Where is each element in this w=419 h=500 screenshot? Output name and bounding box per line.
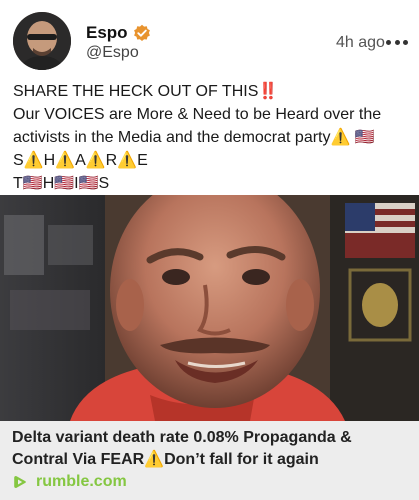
post-body: SHARE THE HECK OUT OF THIS‼️ Our VOICES …: [13, 80, 413, 195]
post-body-line: Our VOICES are More & Need to be Heard o…: [13, 106, 382, 123]
more-dot: [386, 39, 391, 45]
avatar-photo: [13, 12, 71, 70]
link-card-source-text: rumble.com: [36, 473, 127, 490]
more-dot: [403, 39, 408, 45]
post-body-line: activists in the Media and the democrat …: [13, 129, 375, 146]
link-preview-image[interactable]: [0, 195, 419, 421]
more-dot: [394, 39, 400, 45]
video-thumbnail: [0, 195, 419, 421]
post-body-line: SHARE THE HECK OUT OF THIS‼️: [13, 83, 279, 100]
rumble-play-icon: [12, 474, 28, 490]
link-card-title[interactable]: Delta variant death rate 0.08% Propagand…: [12, 427, 412, 471]
post-body-line: S⚠️H⚠️A⚠️R⚠️E: [13, 152, 148, 169]
author-display-name[interactable]: Espo: [86, 23, 128, 43]
link-card-source[interactable]: rumble.com: [12, 473, 127, 491]
more-options-icon[interactable]: [386, 32, 408, 52]
post-header: Espo @Espo 4h ago: [0, 0, 419, 76]
author-handle[interactable]: @Espo: [86, 44, 139, 62]
post-body-line: T🇺🇸H🇺🇸I🇺🇸S: [13, 175, 110, 192]
post-timestamp[interactable]: 4h ago: [336, 34, 385, 52]
author-name-row: Espo: [86, 23, 151, 43]
verified-badge-icon: [133, 24, 151, 42]
avatar[interactable]: [13, 12, 71, 70]
link-card[interactable]: Delta variant death rate 0.08% Propagand…: [0, 421, 419, 500]
